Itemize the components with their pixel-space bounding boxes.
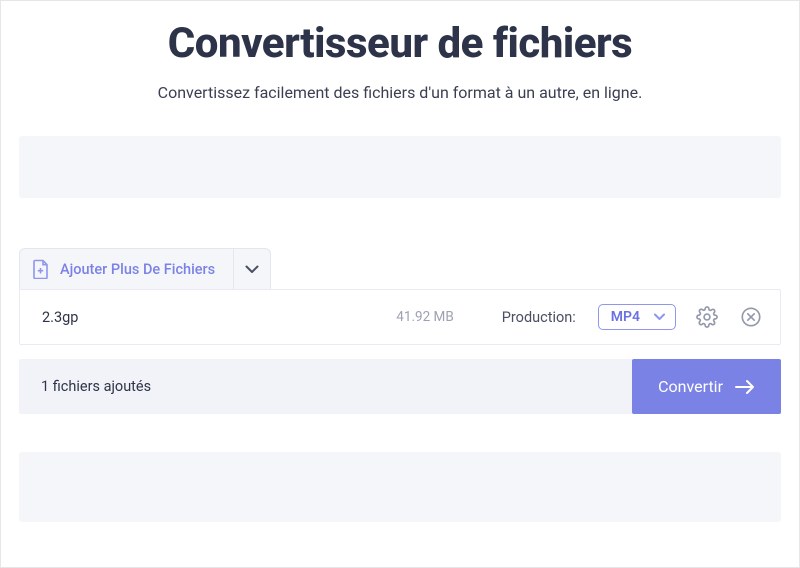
- ad-placeholder-top: [19, 136, 781, 198]
- add-files-label: Ajouter Plus De Fichiers: [60, 261, 215, 278]
- settings-button[interactable]: [694, 304, 720, 330]
- file-row: 2.3gp 41.92 MB Production: MP4: [19, 289, 781, 345]
- format-value: MP4: [611, 309, 640, 325]
- add-files-dropdown[interactable]: [234, 249, 270, 289]
- close-circle-icon: [740, 306, 762, 328]
- converter-panel: Ajouter Plus De Fichiers 2.3gp 41.92 MB …: [19, 248, 781, 414]
- page-subtitle: Convertissez facilement des fichiers d'u…: [9, 83, 791, 102]
- add-files-tab: Ajouter Plus De Fichiers: [19, 248, 271, 289]
- files-added-status: 1 fichiers ajoutés: [19, 359, 632, 414]
- converter-page: Convertisseur de fichiers Convertissez f…: [0, 0, 800, 568]
- page-title: Convertisseur de fichiers: [9, 19, 791, 69]
- file-name: 2.3gp: [42, 309, 306, 326]
- panel-footer: 1 fichiers ajoutés Convertir: [19, 359, 781, 414]
- convert-button[interactable]: Convertir: [632, 359, 781, 414]
- convert-label: Convertir: [658, 377, 723, 396]
- file-plus-icon: [32, 259, 50, 279]
- file-size: 41.92 MB: [324, 309, 454, 325]
- gear-icon: [696, 306, 718, 328]
- remove-file-button[interactable]: [738, 304, 764, 330]
- ad-placeholder-bottom: [19, 452, 781, 522]
- add-files-button[interactable]: Ajouter Plus De Fichiers: [20, 249, 234, 289]
- format-select[interactable]: MP4: [598, 304, 676, 330]
- arrow-right-icon: [735, 379, 755, 395]
- output-label: Production:: [502, 309, 576, 326]
- chevron-down-icon: [245, 265, 259, 274]
- chevron-down-icon: [654, 313, 665, 321]
